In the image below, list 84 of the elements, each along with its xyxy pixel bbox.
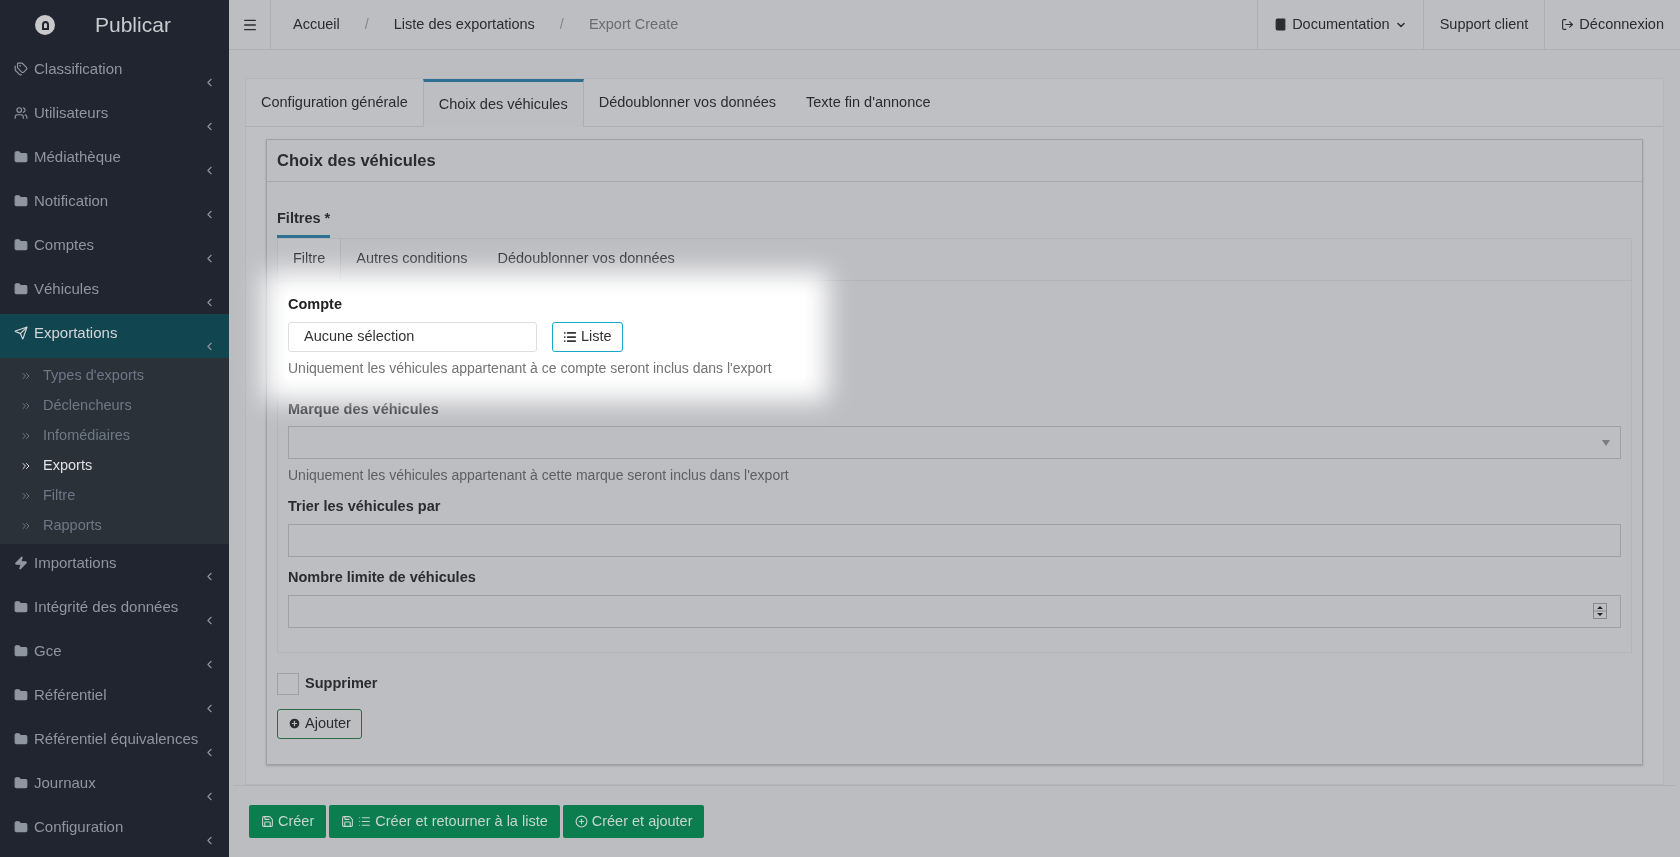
folder-icon <box>14 688 28 702</box>
sub-tab[interactable]: Autres conditions <box>341 238 483 280</box>
sidebar-item[interactable]: Importations <box>0 544 229 588</box>
sidebar-item[interactable]: Référentiel équivalences <box>0 720 229 764</box>
tab[interactable]: Configuration générale <box>246 79 423 127</box>
folder-icon <box>14 150 28 164</box>
folder-icon <box>14 776 28 790</box>
folder-icon <box>14 820 28 834</box>
field-label: Compte <box>288 294 343 314</box>
action-button[interactable]: Créer et ajouter <box>562 805 705 838</box>
action-button[interactable]: Créer et retourner à la liste <box>329 805 560 838</box>
help-text: Uniquement les véhicules appartenant à ce compte seront inclus dans l'export <box>288 358 773 378</box>
folder-icon <box>14 282 28 296</box>
documentation-menu[interactable]: Documentation <box>1257 0 1423 49</box>
field-label: Nombre limite de véhicules <box>288 568 477 587</box>
breadcrumb-item[interactable]: Accueil <box>293 13 340 36</box>
double-chevron-icon <box>20 460 32 472</box>
double-chevron-icon <box>20 370 32 382</box>
sidebar-item[interactable]: Médiathèque <box>0 138 229 182</box>
folder-icon <box>14 238 28 252</box>
breadcrumb-item: Export Create <box>588 14 679 34</box>
help-text: Uniquement les véhicules appartenant à cette marque seront inclus dans l'export <box>288 466 790 486</box>
book-icon <box>1274 18 1288 31</box>
sidebar-item[interactable]: Classification <box>0 50 229 94</box>
breadcrumb-separator: / <box>558 14 565 34</box>
sidebar-item[interactable]: Intégrité des données <box>0 588 229 632</box>
double-chevron-icon <box>20 400 32 412</box>
sidebar-item[interactable]: Référentiel <box>0 676 229 720</box>
action-button[interactable]: Créer <box>249 805 327 838</box>
list-icon <box>358 815 372 828</box>
sidebar-item[interactable]: Véhicules <box>0 270 229 314</box>
submenu-item[interactable]: Filtre <box>0 481 229 511</box>
field-label: Marque des véhicules <box>288 399 440 419</box>
folder-icon <box>14 600 28 614</box>
delete-checkbox[interactable] <box>277 672 299 695</box>
save-icon <box>341 815 355 828</box>
header-link[interactable]: Déconnexion <box>1544 0 1680 49</box>
save-icon <box>261 815 274 828</box>
sidebar-item[interactable]: Comptes <box>0 226 229 270</box>
folder-icon <box>14 732 28 746</box>
tab[interactable]: Dédoublonner vos données <box>583 79 792 127</box>
double-chevron-icon <box>20 430 32 442</box>
dropdown-arrow-icon <box>1602 439 1610 446</box>
submenu-item[interactable]: Exports <box>0 451 229 481</box>
breadcrumb-item[interactable]: Liste des exportations <box>393 13 535 36</box>
submenu-item[interactable]: Types d'exports <box>0 361 229 391</box>
folder-icon <box>14 194 28 208</box>
plus-circle-icon <box>288 717 301 731</box>
sidebar-item[interactable]: Configuration <box>0 808 229 852</box>
list-button[interactable]: Liste <box>552 321 623 352</box>
sidebar-item[interactable]: Utilisateurs <box>0 94 229 138</box>
checkbox-label: Supprimer <box>305 673 378 693</box>
brand-select[interactable] <box>288 426 1621 460</box>
brand-name: Publicar <box>95 12 171 39</box>
tab[interactable]: Choix des véhicules <box>422 79 584 127</box>
double-chevron-icon <box>20 520 32 532</box>
spinner-icon <box>1593 603 1607 620</box>
double-chevron-icon <box>20 490 32 502</box>
sidebar-item[interactable]: Notification <box>0 182 229 226</box>
folder-icon <box>14 644 28 658</box>
tab[interactable]: Texte fin d'annonce <box>791 79 946 127</box>
paper-plane-icon <box>14 326 28 340</box>
submenu-item[interactable]: Rapports <box>0 511 229 541</box>
users-icon <box>14 106 28 120</box>
submenu-item[interactable]: Infomédiaires <box>0 421 229 451</box>
field-label: Trier les véhicules par <box>288 497 442 517</box>
sub-tab[interactable]: Dédoublonner vos données <box>482 238 690 280</box>
tags-icon <box>14 62 28 76</box>
list-icon <box>563 329 577 344</box>
add-button[interactable]: Ajouter <box>277 708 362 739</box>
sidebar-item[interactable]: Gce <box>0 632 229 676</box>
submenu-item[interactable]: Déclencheurs <box>0 391 229 421</box>
plus-circle-icon <box>574 815 588 828</box>
sidebar-item[interactable]: Exportations <box>0 314 229 358</box>
limit-field[interactable] <box>288 594 1621 628</box>
logout-icon <box>1561 18 1575 31</box>
bolt-icon <box>14 556 28 570</box>
account-field[interactable]: Aucune sélection <box>288 321 537 352</box>
card-title: Choix des véhicules <box>267 140 1642 182</box>
sidebar-item[interactable]: Journaux <box>0 764 229 808</box>
header-link[interactable]: Support client <box>1422 0 1545 49</box>
sort-field[interactable] <box>288 524 1621 557</box>
logo-icon <box>35 15 55 35</box>
breadcrumb-separator: / <box>363 14 370 34</box>
